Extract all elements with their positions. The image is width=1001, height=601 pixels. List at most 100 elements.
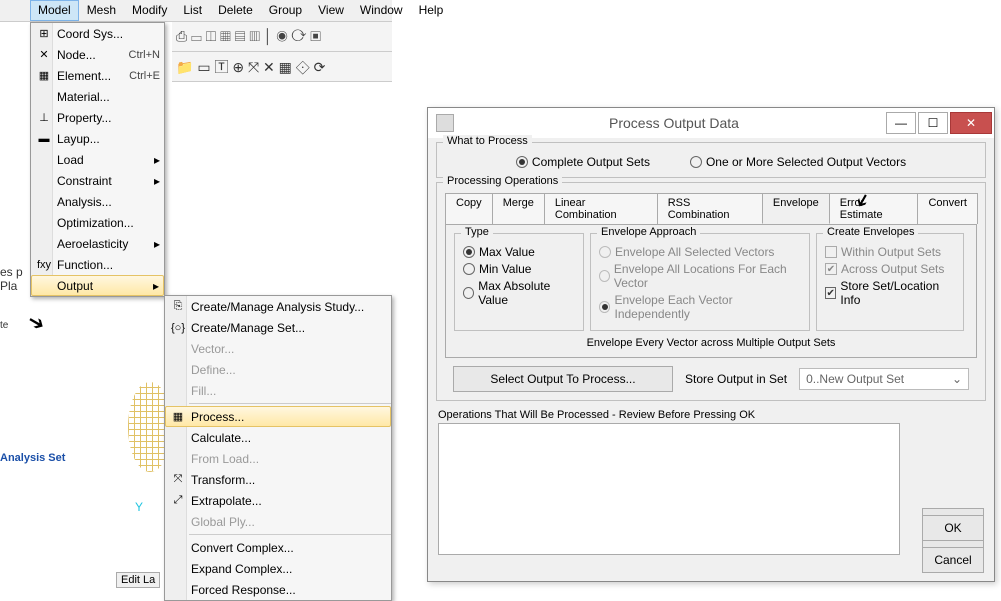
output-menu-vector-: Vector...	[165, 338, 391, 359]
minimize-button[interactable]: —	[886, 112, 916, 134]
ok-button[interactable]: OK	[922, 515, 984, 541]
menu-item-icon	[169, 540, 187, 556]
output-menu-create-manage-analysis-study-[interactable]: ⎘Create/Manage Analysis Study...	[165, 296, 391, 317]
tab-panel: Type Max Value Min Value Max Absolute Va…	[445, 224, 977, 358]
output-menu-calculate-[interactable]: Calculate...	[165, 427, 391, 448]
menu-mesh[interactable]: Mesh	[79, 0, 124, 21]
menu-item-shortcut: Ctrl+E	[129, 70, 160, 82]
menu-item-label: Fill...	[191, 384, 387, 398]
dialog-buttons: OK Cancel	[922, 515, 984, 573]
menu-item-label: Forced Response...	[191, 583, 387, 597]
radio-complete-sets[interactable]: Complete Output Sets	[516, 155, 650, 169]
type-group: Type Max Value Min Value Max Absolute Va…	[454, 233, 584, 331]
model-menu-analysis-[interactable]: Analysis...	[31, 191, 164, 212]
menu-item-icon	[169, 430, 187, 446]
radio-max-abs-value[interactable]: Max Absolute Value	[463, 279, 575, 307]
model-dropdown: ⊞Coord Sys...✕Node...Ctrl+N ▦ Element...Ct…	[30, 22, 165, 297]
menu-item-icon: ▦	[35, 68, 53, 84]
chk-store-info[interactable]: ✔Store Set/Location Info	[825, 279, 955, 307]
radio-selected-vectors[interactable]: One or More Selected Output Vectors	[690, 155, 906, 169]
left-toolbar-col: 📂📘📊	[0, 22, 29, 582]
menu-help[interactable]: Help	[411, 0, 452, 21]
model-menu-node-[interactable]: ✕Node...Ctrl+N	[31, 44, 164, 65]
menu-item-label: Element...	[57, 69, 129, 83]
model-menu-coord-sys-[interactable]: ⊞Coord Sys...	[31, 23, 164, 44]
menu-model[interactable]: Model	[30, 0, 79, 21]
menu-item-label: Vector...	[191, 342, 387, 356]
menu-item-icon	[35, 194, 53, 210]
menu-delete[interactable]: Delete	[210, 0, 261, 21]
model-menu-load[interactable]: Load▸	[31, 149, 164, 170]
approach-group: Envelope Approach Envelope All Selected …	[590, 233, 810, 331]
group-title: Create Envelopes	[823, 226, 918, 238]
menu-item-label: Aeroelasticity	[57, 237, 160, 251]
menu-item-icon: ▬	[35, 131, 53, 147]
panel-text-1: es pPla	[0, 265, 23, 293]
output-menu-convert-complex-[interactable]: Convert Complex...	[165, 537, 391, 558]
model-menu-aeroelasticity[interactable]: Aeroelasticity▸	[31, 233, 164, 254]
tab-merge[interactable]: Merge	[492, 193, 545, 224]
menu-item-label: From Load...	[191, 452, 387, 466]
menu-item-label: Function...	[57, 258, 160, 272]
select-output-button[interactable]: Select Output To Process...	[453, 366, 673, 392]
output-menu-forced-response-[interactable]: Forced Response...	[165, 579, 391, 600]
operations-listbox[interactable]	[438, 423, 900, 555]
analysis-set-link[interactable]: Analysis Set	[0, 452, 65, 464]
tab-envelope[interactable]: Envelope	[762, 193, 830, 224]
tab-convert[interactable]: Convert	[917, 193, 978, 224]
menu-item-label: Analysis...	[57, 195, 160, 209]
operations-label: Operations That Will Be Processed - Revi…	[438, 409, 984, 421]
output-menu-fill-: Fill...	[165, 380, 391, 401]
menu-window[interactable]: Window	[352, 0, 411, 21]
tab-linear-combination[interactable]: Linear Combination	[544, 193, 658, 224]
store-output-combo[interactable]: 0..New Output Set⌄	[799, 368, 969, 390]
menu-list[interactable]: List	[175, 0, 210, 21]
app-icon	[436, 114, 454, 132]
toolbar-row-2: 📁 ▭ 🅃 ⊕ ⤧ ✕ ▦ ⟐ ⟳	[172, 52, 392, 82]
output-menu-from-load-: From Load...	[165, 448, 391, 469]
menu-item-label: Node...	[57, 48, 129, 62]
what-to-process-group: What to Process Complete Output Sets One…	[436, 142, 986, 178]
output-menu-expand-complex-[interactable]: Expand Complex...	[165, 558, 391, 579]
menu-item-label: Transform...	[191, 473, 387, 487]
close-button[interactable]: ✕	[950, 112, 992, 134]
chk-across-sets: ✔Across Output Sets	[825, 262, 955, 276]
output-menu-global-ply-: Global Ply...	[165, 511, 391, 532]
output-menu-create-manage-set-[interactable]: {○}Create/Manage Set...	[165, 317, 391, 338]
model-menu-output[interactable]: Output▸	[31, 275, 164, 296]
chk-within-sets: Within Output Sets	[825, 245, 955, 259]
menu-view[interactable]: View	[310, 0, 352, 21]
menu-item-icon	[169, 451, 187, 467]
output-menu-extrapolate-[interactable]: ⤢Extrapolate...	[165, 490, 391, 511]
model-menu-optimization-[interactable]: Optimization...	[31, 212, 164, 233]
menu-item-label: Expand Complex...	[191, 562, 387, 576]
toolbar-row-1: ⎙ ▭ ◫ ▦ ▤ ▥ │ ◉ ⟳ ▣	[172, 22, 392, 52]
tab-copy[interactable]: Copy	[445, 193, 493, 224]
model-menu-constraint[interactable]: Constraint▸	[31, 170, 164, 191]
menu-item-label: Property...	[57, 111, 160, 125]
cancel-button[interactable]: Cancel	[922, 547, 984, 573]
menu-modify[interactable]: Modify	[124, 0, 175, 21]
group-title: Type	[461, 226, 493, 238]
radio-min-value[interactable]: Min Value	[463, 262, 575, 276]
envelope-note: Envelope Every Vector across Multiple Ou…	[454, 337, 968, 349]
output-menu-process-[interactable]: ▦Process...	[165, 406, 391, 427]
radio-independently: Envelope Each Vector Independently	[599, 293, 801, 321]
menu-item-icon: ⤧	[169, 472, 187, 488]
radio-max-value[interactable]: Max Value	[463, 245, 575, 259]
model-menu-layup-[interactable]: ▬Layup...	[31, 128, 164, 149]
menu-group[interactable]: Group	[261, 0, 310, 21]
model-menu-element-[interactable]: ▦ Element...Ctrl+E	[31, 65, 164, 86]
output-menu-transform-[interactable]: ⤧ Transform...	[165, 469, 391, 490]
maximize-button[interactable]: ☐	[918, 112, 948, 134]
menu-item-label: Create/Manage Analysis Study...	[191, 300, 387, 314]
menu-item-label: Constraint	[57, 174, 160, 188]
model-menu-function-[interactable]: fxyFunction...	[31, 254, 164, 275]
menu-item-label: Material...	[57, 90, 160, 104]
model-menu-material-[interactable]: Material...	[31, 86, 164, 107]
tab-rss-combination[interactable]: RSS Combination	[657, 193, 763, 224]
menu-item-label: Output	[57, 279, 160, 293]
create-envelopes-group: Create Envelopes Within Output Sets ✔Acr…	[816, 233, 964, 331]
menu-item-icon	[169, 341, 187, 357]
model-menu-property-[interactable]: ⊥Property...	[31, 107, 164, 128]
